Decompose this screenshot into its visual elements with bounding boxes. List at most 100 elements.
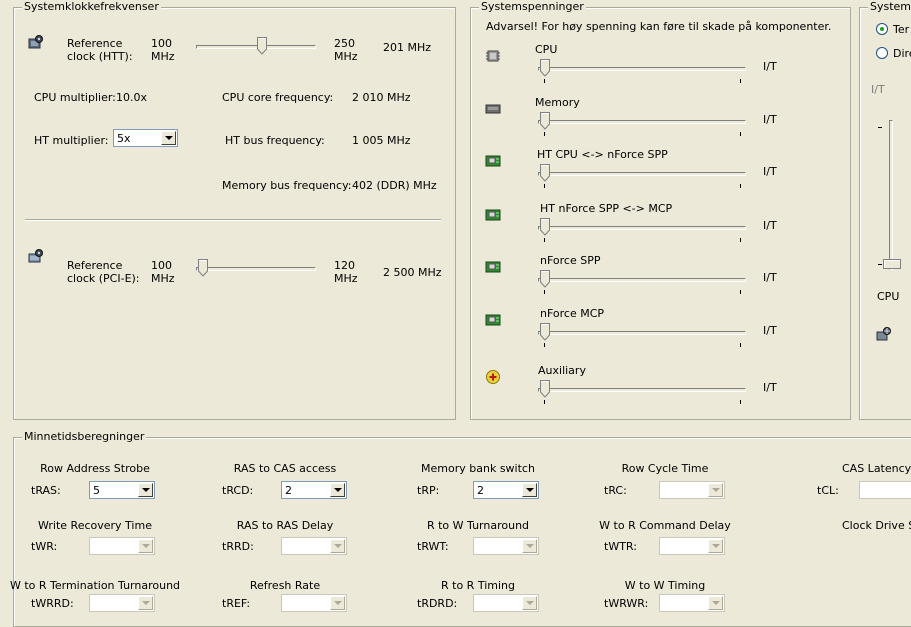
voltage-slider[interactable]: [538, 112, 746, 136]
chevron-down-icon[interactable]: [522, 483, 537, 497]
htt-frequency-value: 201 MHz: [383, 41, 432, 54]
tick: [740, 400, 741, 404]
slider-thumb[interactable]: [540, 218, 550, 236]
chevron-down-icon[interactable]: [522, 539, 537, 553]
tick: [740, 184, 741, 188]
pcie-min-value: 100: [151, 259, 172, 272]
voltage-slider[interactable]: [538, 218, 746, 242]
timing-code: tRAS:: [31, 484, 61, 497]
slider-ticks: [538, 132, 746, 136]
timing-code: tRC:: [604, 484, 627, 497]
chevron-down-icon[interactable]: [330, 539, 345, 553]
voltage-slider[interactable]: [538, 323, 746, 347]
voltage-value: I/T: [763, 324, 777, 337]
timing-select[interactable]: [281, 594, 347, 612]
chevron-down-icon[interactable]: [138, 483, 153, 497]
slider-thumb[interactable]: [540, 270, 550, 288]
timing-title: Memory bank switch: [421, 462, 535, 475]
chevron-down-icon[interactable]: [708, 539, 723, 553]
slider-thumb[interactable]: [540, 112, 550, 130]
tick: [740, 79, 741, 83]
slider-track: [538, 331, 746, 335]
chipset-icon: [485, 209, 501, 221]
voltage-label: nForce MCP: [540, 307, 605, 320]
timing-select[interactable]: [89, 537, 155, 555]
timing-title: W to R Termination Turnaround: [9, 579, 181, 592]
htt-slider[interactable]: [196, 37, 316, 57]
timing-select[interactable]: [659, 594, 725, 612]
voltage-slider[interactable]: [538, 380, 746, 404]
timing-select[interactable]: [659, 481, 725, 499]
timing-code: tRWT:: [417, 540, 449, 553]
timing-select[interactable]: [473, 537, 539, 555]
fan-vertical-slider[interactable]: [876, 120, 906, 275]
voltage-slider[interactable]: [538, 270, 746, 294]
timing-title: R to R Timing: [441, 579, 515, 592]
htt-label-line1: Reference: [67, 37, 123, 50]
timing-title: W to R Command Delay: [599, 519, 731, 532]
chevron-down-icon[interactable]: [330, 596, 345, 610]
htt-min-unit: MHz: [151, 50, 175, 63]
slider-thumb[interactable]: [257, 37, 267, 55]
timing-select[interactable]: [659, 537, 725, 555]
slider-track: [538, 172, 746, 176]
timing-select[interactable]: [859, 481, 911, 499]
voltage-slider[interactable]: [538, 59, 746, 83]
timing-select[interactable]: [473, 594, 539, 612]
ht-multiplier-select[interactable]: 5x: [113, 129, 178, 147]
voltage-value: I/T: [763, 219, 777, 232]
radio-option-1[interactable]: [876, 23, 888, 35]
select-value: 2: [477, 484, 484, 497]
cpu-icon: [486, 50, 500, 62]
voltage-label: HT CPU <-> nForce SPP: [537, 148, 668, 161]
chevron-down-icon[interactable]: [708, 483, 723, 497]
timing-title: W to W Timing: [624, 579, 706, 592]
chevron-down-icon[interactable]: [138, 539, 153, 553]
group-title: Systemklokkefrekvenser: [22, 0, 161, 14]
radio-option-2[interactable]: [876, 47, 888, 59]
slider-thumb[interactable]: [540, 164, 550, 182]
slider-track: [538, 388, 746, 392]
timing-select[interactable]: 5: [89, 481, 155, 499]
voltage-warning: Advarsel! For høy spenning kan føre til …: [486, 20, 832, 33]
tick: [740, 290, 741, 294]
timing-title: Row Address Strobe: [40, 462, 150, 475]
select-value: 5: [93, 484, 100, 497]
timing-code: tRRD:: [222, 540, 254, 553]
timing-code: tWR:: [31, 540, 58, 553]
slider-thumb[interactable]: [883, 259, 901, 269]
timing-code: tRCD:: [222, 484, 254, 497]
tick: [544, 79, 545, 83]
voltage-slider[interactable]: [538, 164, 746, 188]
chevron-down-icon[interactable]: [138, 596, 153, 610]
timing-code: tWRRD:: [31, 597, 74, 610]
slider-thumb[interactable]: [540, 323, 550, 341]
timing-select[interactable]: 2: [281, 481, 347, 499]
slider-track: [538, 120, 746, 124]
tick: [544, 132, 545, 136]
voltage-value: I/T: [763, 113, 777, 126]
slider-track: [889, 120, 893, 270]
slider-thumb[interactable]: [198, 259, 208, 277]
cpu-multiplier-label: CPU multiplier:: [34, 91, 116, 104]
voltage-label: HT nForce SPP <-> MCP: [540, 202, 673, 215]
chevron-down-icon[interactable]: [330, 483, 345, 497]
timing-code: tWTR:: [604, 540, 637, 553]
voltage-label: nForce SPP: [540, 254, 601, 267]
timing-select[interactable]: [281, 537, 347, 555]
chipset-icon: [485, 314, 501, 326]
slider-thumb[interactable]: [540, 59, 550, 77]
chevron-down-icon[interactable]: [708, 596, 723, 610]
timing-select[interactable]: 2: [473, 481, 539, 499]
select-value: 2: [285, 484, 292, 497]
pcie-frequency-value: 2 500 MHz: [383, 266, 442, 279]
tick: [878, 264, 882, 265]
chevron-down-icon[interactable]: [161, 131, 176, 145]
slider-track: [196, 45, 316, 49]
chevron-down-icon[interactable]: [522, 596, 537, 610]
tick: [878, 127, 882, 128]
slider-ticks: [538, 238, 746, 242]
timing-select[interactable]: [89, 594, 155, 612]
slider-thumb[interactable]: [540, 380, 550, 398]
pcie-slider[interactable]: [196, 259, 316, 279]
